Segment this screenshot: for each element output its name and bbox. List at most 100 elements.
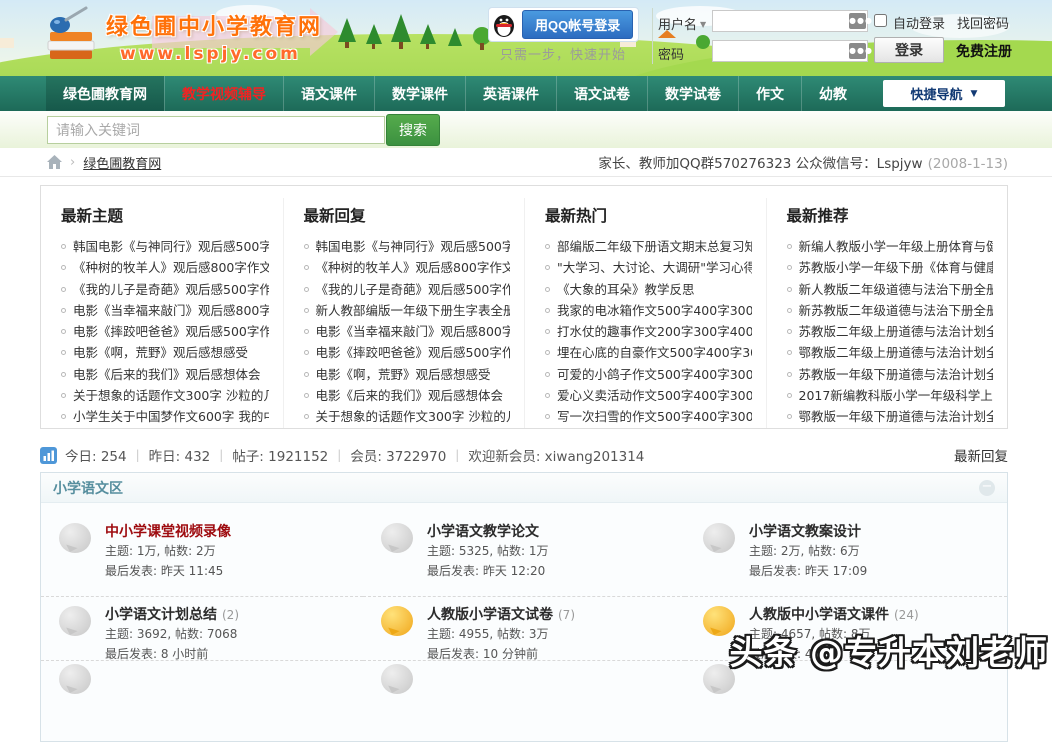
nav-item-2[interactable]: 语文课件 [283, 76, 374, 111]
input-expand-icon[interactable]: ●●● [849, 43, 866, 59]
topic-link[interactable]: 电影《摔跤吧爸爸》观后感500字作文 [73, 324, 269, 339]
divider [652, 8, 653, 64]
bullet-icon [787, 244, 792, 249]
latest-panel: 最新热门部编版二年级下册语文期末总复习知识"大学习、大讨论、大调研"学习心得体《… [524, 198, 766, 428]
topic-link[interactable]: 新人教版二年级道德与法治下册全册教 [799, 282, 994, 297]
nav-item-0[interactable]: 绿色圃教育网 [46, 76, 164, 111]
topic-link[interactable]: 鄂教版二年级上册道德与法治计划全册 [799, 345, 994, 360]
nav-item-1[interactable]: 教学视频辅导 [164, 76, 283, 111]
speech-bubble-icon [703, 523, 737, 554]
topic-link[interactable]: 写一次扫雪的作文500字400字300字 [557, 409, 752, 424]
forum-board-item[interactable] [41, 661, 363, 701]
topic-link[interactable]: 电影《啊，荒野》观后感想感受 [73, 345, 248, 360]
register-link[interactable]: 免费注册 [956, 41, 1012, 61]
breadcrumb-home-link[interactable]: 绿色圃教育网 [83, 153, 161, 172]
search-button[interactable]: 搜索 [386, 114, 440, 146]
bullet-icon [61, 244, 66, 249]
auto-login-checkbox[interactable] [874, 14, 887, 27]
qq-login-button[interactable]: 用QQ帐号登录 [522, 10, 633, 39]
nav-item-6[interactable]: 数学试卷 [647, 76, 738, 111]
forum-section-title[interactable]: 小学语文区 [53, 478, 123, 498]
login-button[interactable]: 登录 [874, 37, 944, 63]
topic-link[interactable]: 苏教版一年级下册道德与法治计划全册 [799, 367, 994, 382]
topic-link[interactable]: 可爱的小鸽子作文500字400字300字 [557, 367, 752, 382]
forum-section-header: 小学语文区 − [41, 473, 1007, 503]
topic-link[interactable]: 鄂教版一年级下册道德与法治计划全册 [799, 409, 994, 424]
forum-board-link[interactable]: 小学语文教学论文 [427, 524, 539, 540]
input-expand-icon[interactable]: ●●● [849, 13, 866, 29]
search-input[interactable] [47, 116, 385, 144]
topic-link[interactable]: 电影《后来的我们》观后感想体会 [73, 367, 261, 382]
topic-link[interactable]: 关于想象的话题作文300字 沙粒的几十 [316, 409, 511, 424]
topic-link[interactable]: 电影《当幸福来敲门》观后感800字作 [316, 324, 511, 339]
forum-board-link[interactable]: 人教版小学语文试卷 [427, 607, 553, 623]
nav-item-8[interactable]: 幼教 [801, 76, 864, 111]
forum-board-item[interactable]: 小学语文计划总结(2)主题: 3692, 帖数: 7068最后发表: 8 小时前 [41, 597, 363, 661]
topic-link[interactable]: 新苏教版二年级道德与法治下册全册教 [799, 303, 994, 318]
bullet-icon [61, 287, 66, 292]
topic-link[interactable]: 《我的儿子是奇葩》观后感500字作文 [73, 282, 269, 297]
topic-link[interactable]: 爱心义卖活动作文500字400字300字 [557, 388, 752, 403]
topic-link[interactable]: 《我的儿子是奇葩》观后感500字作文 [316, 282, 511, 297]
bullet-icon [304, 287, 309, 292]
forum-board-item[interactable]: 中小学课堂视频录像主题: 1万, 帖数: 2万最后发表: 昨天 11:45 [41, 503, 363, 597]
topic-link[interactable]: 《大象的耳朵》教学反思 [557, 282, 695, 297]
latest-reply-link[interactable]: 最新回复 [954, 445, 1008, 465]
forum-board-link[interactable]: 小学语文教案设计 [749, 524, 861, 540]
collapse-icon[interactable]: − [979, 480, 995, 496]
bullet-icon [545, 414, 550, 419]
topic-link[interactable]: 苏教版小学一年级下册《体育与健康》 [799, 260, 994, 275]
forum-board-item[interactable]: 人教版小学语文试卷(7)主题: 4955, 帖数: 3万最后发表: 10 分钟前 [363, 597, 685, 661]
list-item: 埋在心底的自豪作文500字400字300字 [545, 342, 752, 363]
list-item: 电影《摔跤吧爸爸》观后感500字作文 [61, 321, 269, 342]
stat-item: 帖子: 1921152 [232, 445, 328, 465]
home-icon[interactable] [47, 155, 62, 169]
forum-board-text: 小学语文计划总结(2)主题: 3692, 帖数: 7068最后发表: 8 小时前 [105, 606, 239, 660]
topic-link[interactable]: 《种树的牧羊人》观后感800字作文 [73, 260, 269, 275]
topic-link[interactable]: 我家的电冰箱作文500字400字300字 [557, 303, 752, 318]
topic-link[interactable]: 电影《后来的我们》观后感想体会 [316, 388, 504, 403]
list-item: 电影《当幸福来敲门》观后感800字作 [304, 321, 511, 342]
topic-link[interactable]: 部编版二年级下册语文期末总复习知识 [557, 239, 752, 254]
forum-board-item[interactable]: 小学语文教学论文主题: 5325, 帖数: 1万最后发表: 昨天 12:20 [363, 503, 685, 597]
speech-bubble-icon [59, 523, 93, 554]
find-password-link[interactable]: 找回密码 [957, 13, 1009, 32]
username-input[interactable] [712, 10, 868, 32]
topic-link[interactable]: 苏教版二年级上册道德与法治计划全册 [799, 324, 994, 339]
topic-link[interactable]: 新人教部编版一年级下册生字表全册描 [316, 303, 511, 318]
topic-link[interactable]: "大学习、大讨论、大调研"学习心得体 [557, 260, 752, 275]
forum-board-lastpost: 最后发表: 昨天 12:20 [427, 562, 549, 580]
topic-link[interactable]: 《种树的牧羊人》观后感800字作文 [316, 260, 511, 275]
bullet-icon [545, 350, 550, 355]
topic-link[interactable]: 电影《当幸福来敲门》观后感800字作 [73, 303, 269, 318]
topic-link[interactable]: 2017新编教科版小学一年级科学上册 [799, 388, 994, 403]
topic-link[interactable]: 韩国电影《与神同行》观后感500字作 [73, 239, 269, 254]
quick-nav-button[interactable]: 快捷导航 ▼ [883, 80, 1005, 107]
topic-link[interactable]: 小学生关于中国梦作文600字 我的中国 [73, 409, 269, 424]
nav-item-5[interactable]: 语文试卷 [556, 76, 647, 111]
forum-board-link[interactable]: 中小学课堂视频录像 [105, 524, 231, 540]
site-logo[interactable]: 绿色圃中小学教育网 www.lspjy.com [42, 6, 322, 66]
topic-link[interactable]: 新编人教版小学一年级上册体育与健康 [799, 239, 994, 254]
chevron-down-icon[interactable]: ▼ [700, 20, 706, 29]
topic-link[interactable]: 电影《啊，荒野》观后感想感受 [316, 367, 491, 382]
topic-link[interactable]: 埋在心底的自豪作文500字400字300字 [557, 345, 752, 360]
password-field-wrap: ●●● [712, 40, 868, 62]
nav-item-4[interactable]: 英语课件 [465, 76, 556, 111]
forum-board-item[interactable] [363, 661, 685, 701]
bullet-icon [545, 308, 550, 313]
topic-link[interactable]: 打水仗的趣事作文200字300字400字 [557, 324, 752, 339]
topic-link[interactable]: 电影《摔跤吧爸爸》观后感500字作文 [316, 345, 511, 360]
forum-board-link[interactable]: 小学语文计划总结 [105, 607, 217, 623]
topic-link[interactable]: 关于想象的话题作文300字 沙粒的几十 [73, 388, 269, 403]
speech-bubble-icon [381, 523, 415, 554]
nav-item-7[interactable]: 作文 [738, 76, 801, 111]
nav-item-3[interactable]: 数学课件 [374, 76, 465, 111]
topic-link[interactable]: 韩国电影《与神同行》观后感500字作 [316, 239, 511, 254]
forum-board-item[interactable]: 小学语文教案设计主题: 2万, 帖数: 6万最后发表: 昨天 17:09 [685, 503, 1007, 597]
forum-board-link[interactable]: 人教版中小学语文课件 [749, 607, 889, 623]
latest-panel: 最新主题韩国电影《与神同行》观后感500字作《种树的牧羊人》观后感800字作文《… [41, 198, 283, 428]
bullet-icon [304, 308, 309, 313]
list-item: 《种树的牧羊人》观后感800字作文 [61, 257, 269, 278]
password-input[interactable] [712, 40, 868, 62]
